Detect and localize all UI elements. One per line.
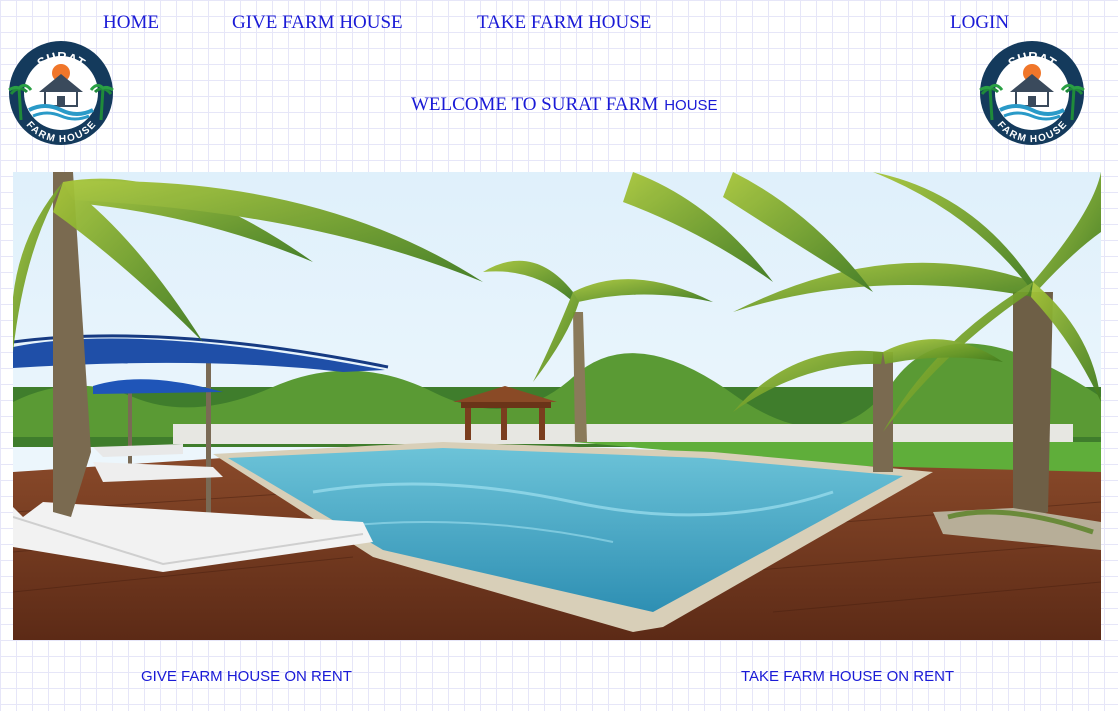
nav-take-farm-house-link[interactable]: TAKE FARM HOUSE (477, 12, 651, 34)
welcome-heading: WELCOME TO SURAT FARM HOUSE (411, 94, 718, 116)
nav-login-link[interactable]: LOGIN (950, 12, 1009, 34)
welcome-text-house: HOUSE (664, 97, 718, 114)
farm-house-pool-hero-image (13, 172, 1101, 640)
nav-home-link[interactable]: HOME (103, 12, 159, 34)
surat-farm-house-logo-left: SURAT FARM HOUSE (8, 41, 114, 145)
nav-give-farm-house-link[interactable]: GIVE FARM HOUSE (232, 12, 403, 34)
surat-farm-house-logo-right: SURAT FARM HOUSE (979, 41, 1085, 145)
welcome-text: WELCOME TO SURAT FARM (411, 94, 659, 115)
take-farm-house-on-rent-link[interactable]: TAKE FARM HOUSE ON RENT (741, 668, 954, 685)
give-farm-house-on-rent-link[interactable]: GIVE FARM HOUSE ON RENT (141, 668, 352, 685)
